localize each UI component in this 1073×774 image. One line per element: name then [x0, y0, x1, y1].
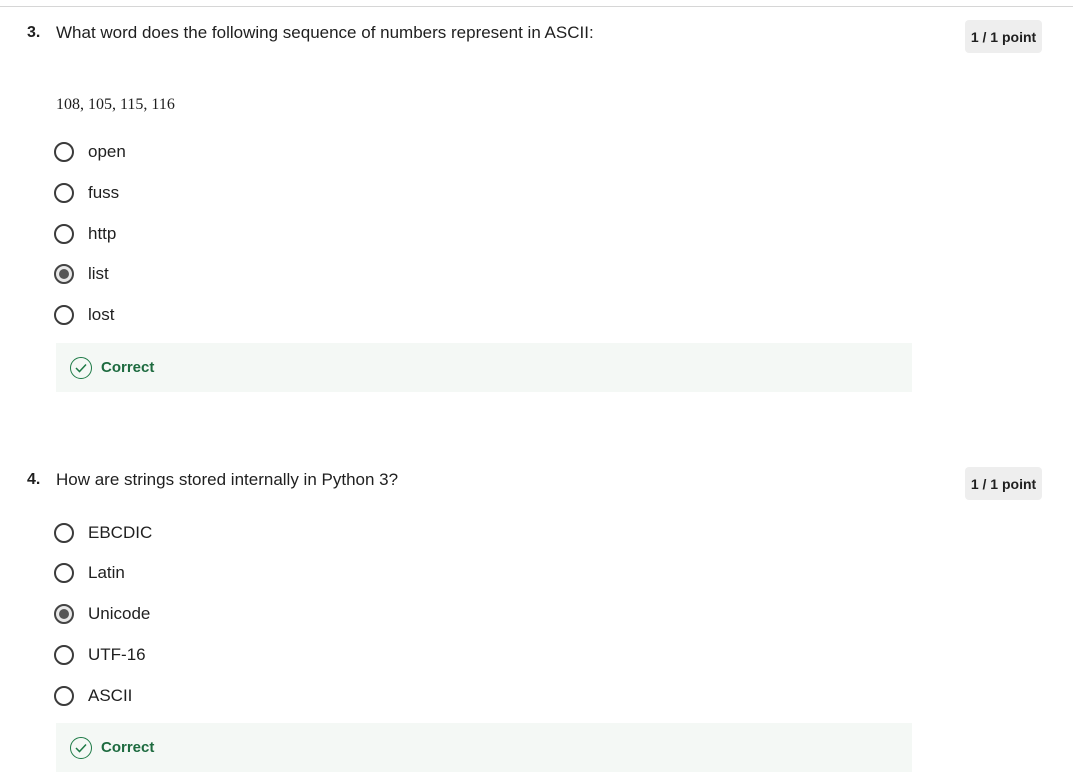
- option-lost[interactable]: lost: [54, 302, 114, 328]
- question-number: 4.: [27, 471, 41, 488]
- radio-button-selected[interactable]: [54, 264, 74, 284]
- check-circle-icon: [70, 356, 92, 379]
- question-text: What word does the following sequence of…: [56, 23, 594, 42]
- question-sequence: 108, 105, 115, 116: [56, 96, 175, 113]
- radio-button[interactable]: [54, 142, 74, 162]
- check-circle-icon: [70, 736, 92, 759]
- option-label: UTF-16: [88, 645, 146, 664]
- radio-button[interactable]: [54, 224, 74, 244]
- option-label: lost: [88, 305, 115, 324]
- option-latin[interactable]: Latin: [54, 560, 125, 586]
- radio-button-selected[interactable]: [54, 604, 74, 624]
- option-list[interactable]: list: [54, 261, 109, 287]
- option-label: ASCII: [88, 686, 133, 705]
- radio-button[interactable]: [54, 183, 74, 203]
- feedback-label: Correct: [101, 359, 155, 376]
- points-badge: 1 / 1 point: [965, 467, 1042, 500]
- radio-button[interactable]: [54, 645, 74, 665]
- option-http[interactable]: http: [54, 221, 116, 247]
- option-label: Unicode: [88, 604, 151, 623]
- option-ebcdic[interactable]: EBCDIC: [54, 520, 152, 546]
- radio-button[interactable]: [54, 523, 74, 543]
- option-utf16[interactable]: UTF-16: [54, 642, 146, 668]
- option-open[interactable]: open: [54, 139, 126, 165]
- question-text: How are strings stored internally in Pyt…: [56, 470, 399, 489]
- option-label: open: [88, 142, 126, 161]
- radio-button[interactable]: [54, 686, 74, 706]
- option-ascii[interactable]: ASCII: [54, 683, 132, 709]
- question-number: 3.: [27, 24, 41, 41]
- radio-button[interactable]: [54, 563, 74, 583]
- option-label: list: [88, 264, 109, 283]
- option-label: http: [88, 224, 117, 243]
- points-badge: 1 / 1 point: [965, 20, 1042, 53]
- option-label: fuss: [88, 183, 120, 202]
- option-label: EBCDIC: [88, 523, 153, 542]
- radio-button[interactable]: [54, 305, 74, 325]
- option-label: Latin: [88, 563, 125, 582]
- top-divider: [0, 6, 1073, 7]
- feedback-label: Correct: [101, 739, 155, 756]
- feedback-box: Correct: [56, 723, 912, 772]
- option-fuss[interactable]: fuss: [54, 180, 119, 206]
- option-unicode[interactable]: Unicode: [54, 601, 150, 627]
- feedback-box: Correct: [56, 343, 912, 392]
